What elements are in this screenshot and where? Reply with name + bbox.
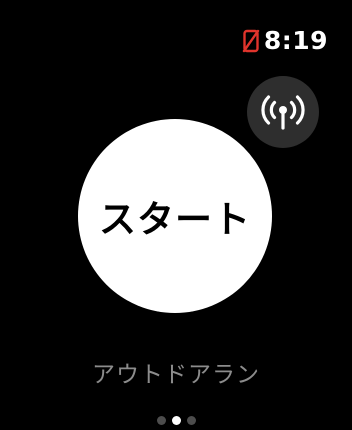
page-dot [171, 416, 181, 425]
clock-time: 8:19 [263, 26, 328, 55]
page-indicator [0, 416, 352, 425]
page-dot [156, 416, 166, 425]
workout-title: アウトドアラン [92, 362, 260, 388]
phone-disconnected-icon [242, 29, 260, 53]
page-dot [186, 416, 196, 425]
start-button[interactable]: スタート [78, 119, 272, 313]
start-button-label: スタート [99, 198, 251, 241]
status-bar: 8:19 [242, 26, 328, 56]
broadcast-icon [261, 95, 305, 130]
live-broadcast-button[interactable] [247, 76, 319, 148]
